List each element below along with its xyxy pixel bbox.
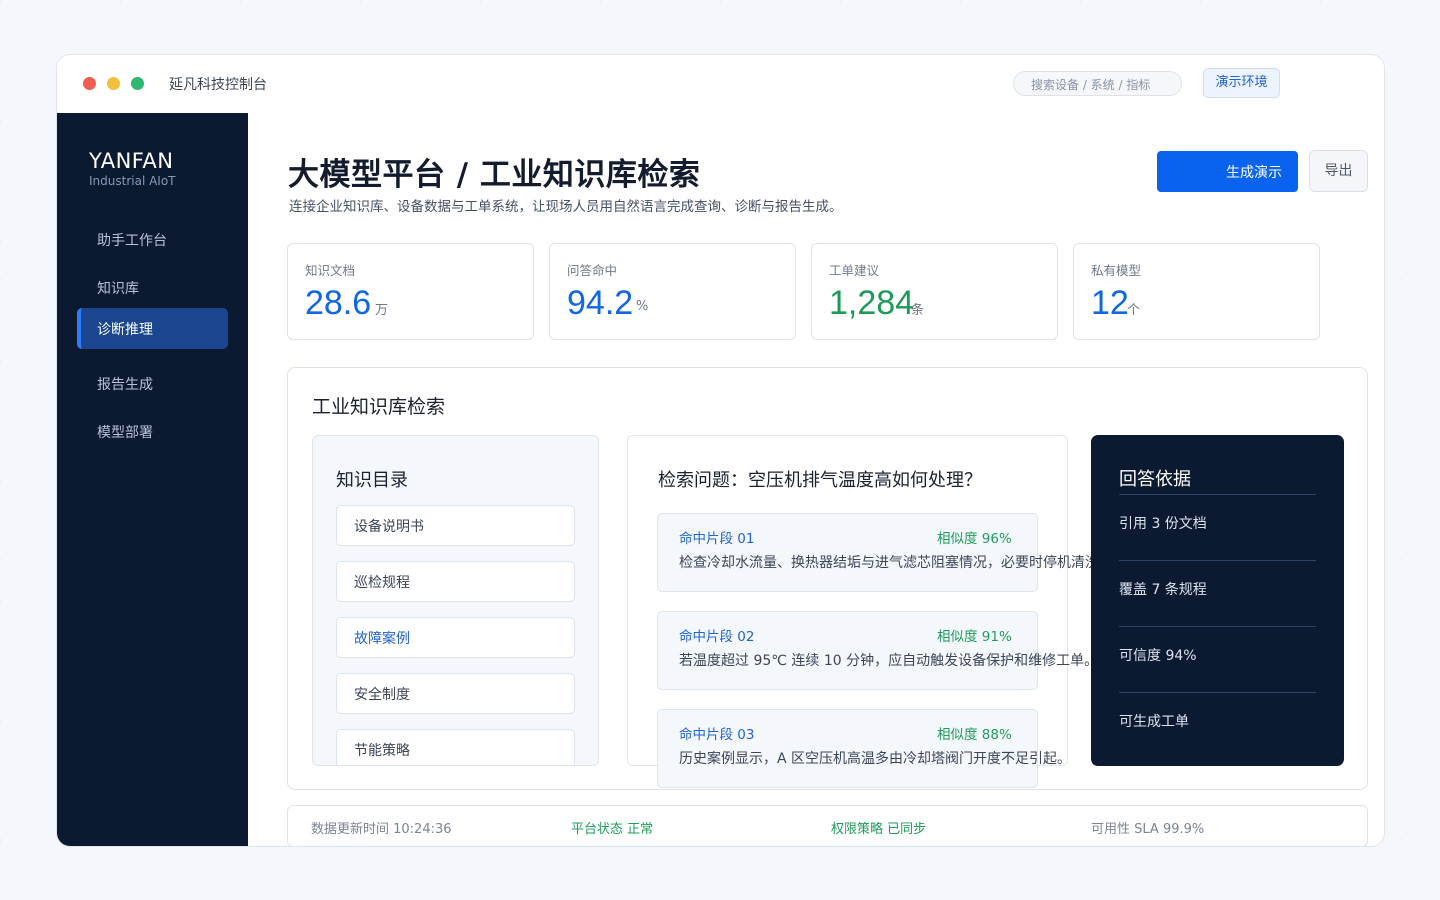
knowledge-catalog: 知识目录 设备说明书 巡检规程 故障案例 安全制度 节能策略 [312, 435, 599, 766]
evidence-item: 可生成工单 [1119, 714, 1189, 730]
maximize-window-icon[interactable] [131, 77, 144, 90]
sla-status: 可用性 SLA 99.9% [1091, 822, 1205, 837]
evidence-item: 引用 3 份文档 [1119, 516, 1207, 532]
stat-value: 12 [1091, 284, 1129, 322]
title-bar: 延凡科技控制台 搜索设备 / 系统 / 指标 演示环境 [57, 55, 1384, 113]
stat-card-private-models: 私有模型 12 个 [1073, 243, 1320, 340]
stat-label: 私有模型 [1091, 263, 1142, 278]
status-footer: 数据更新时间 10:24:36 平台状态 正常 权限策略 已同步 可用性 SLA… [287, 805, 1368, 846]
result-hit[interactable]: 命中片段 02 相似度 91% 若温度超过 95℃ 连续 10 分钟，应自动触发… [657, 611, 1098, 690]
stat-label: 知识文档 [305, 263, 356, 278]
generate-demo-button[interactable]: 生成演示 [1157, 151, 1298, 192]
catalog-item-safety[interactable]: 安全制度 [336, 673, 575, 714]
catalog-item-inspection[interactable]: 巡检规程 [336, 561, 575, 602]
stat-label: 工单建议 [829, 263, 880, 278]
hit-label: 命中片段 01 [679, 531, 755, 547]
platform-status: 平台状态 正常 [571, 822, 654, 837]
hit-score: 相似度 96% [937, 531, 1012, 547]
page-title: 大模型平台 / 工业知识库检索 [288, 157, 701, 193]
catalog-item-fault-cases[interactable]: 故障案例 [336, 617, 575, 658]
stat-unit: % [636, 299, 649, 314]
sidebar-item-diagnosis[interactable]: 诊断推理 [77, 308, 228, 349]
minimize-window-icon[interactable] [107, 77, 120, 90]
hit-text: 历史案例显示，A 区空压机高温多由冷却塔阀门开度不足引起。 [679, 751, 1072, 767]
policy-status: 权限策略 已同步 [831, 822, 927, 837]
sidebar: YANFAN Industrial AIoT 助手工作台 知识库 诊断推理 报告… [57, 113, 248, 846]
search-results: 检索问题：空压机排气温度高如何处理？ 命中片段 01 相似度 96% 检查冷却水… [627, 435, 1113, 788]
stat-unit: 条 [911, 303, 925, 318]
sidebar-item-reports[interactable]: 报告生成 [77, 363, 228, 404]
stat-value: 94.2 [567, 284, 634, 322]
divider [1119, 560, 1316, 561]
divider [1119, 626, 1316, 627]
hit-label: 命中片段 02 [679, 629, 755, 645]
stat-card-documents: 知识文档 28.6 万 [287, 243, 534, 340]
result-hit[interactable]: 命中片段 03 相似度 88% 历史案例显示，A 区空压机高温多由冷却塔阀门开度… [657, 709, 1071, 788]
app-window: 延凡科技控制台 搜索设备 / 系统 / 指标 演示环境 YANFAN Indus… [56, 54, 1385, 847]
divider [1119, 692, 1316, 693]
catalog-title: 知识目录 [336, 470, 408, 491]
main-content: 大模型平台 / 工业知识库检索 连接企业知识库、设备数据与工单系统，让现场人员用… [248, 113, 1384, 846]
sidebar-item-model-deploy[interactable]: 模型部署 [77, 411, 228, 452]
search-question: 检索问题：空压机排气温度高如何处理？ [658, 470, 982, 491]
hit-text: 若温度超过 95℃ 连续 10 分钟，应自动触发设备保护和维修工单。 [679, 653, 1099, 669]
page-subtitle: 连接企业知识库、设备数据与工单系统，让现场人员用自然语言完成查询、诊断与报告生成… [289, 199, 843, 215]
stat-label: 问答命中 [567, 263, 618, 278]
result-hit[interactable]: 命中片段 01 相似度 96% 检查冷却水流量、换热器结垢与进气滤芯阻塞情况，必… [657, 513, 1113, 592]
knowledge-search-panel: 工业知识库检索 知识目录 设备说明书 巡检规程 故障案例 安全制度 节能策略 检… [287, 367, 1368, 790]
catalog-item-manuals[interactable]: 设备说明书 [336, 505, 575, 546]
brand-subtitle: Industrial AIoT [89, 174, 176, 188]
hit-label: 命中片段 03 [679, 727, 755, 743]
stat-unit: 个 [1127, 303, 1141, 318]
answer-evidence: 回答依据 引用 3 份文档 覆盖 7 条规程 可信度 94% 可生成工单 [1091, 435, 1344, 766]
brand-logo: YANFAN [89, 149, 174, 173]
divider [1119, 494, 1316, 495]
stat-value: 1,284 [829, 284, 915, 322]
panel-title: 工业知识库检索 [312, 396, 446, 418]
app-title: 延凡科技控制台 [169, 77, 267, 93]
stat-card-qa-hit: 问答命中 94.2 % [549, 243, 796, 340]
stat-card-work-orders: 工单建议 1,284 条 [811, 243, 1058, 340]
catalog-item-energy[interactable]: 节能策略 [336, 729, 575, 765]
close-window-icon[interactable] [83, 77, 96, 90]
search-input[interactable]: 搜索设备 / 系统 / 指标 [1013, 71, 1182, 96]
export-button[interactable]: 导出 [1309, 150, 1368, 192]
stat-value: 28.6 [305, 284, 372, 322]
hit-text: 检查冷却水流量、换热器结垢与进气滤芯阻塞情况，必要时停机清洗。 [679, 555, 1113, 571]
sidebar-item-assistant[interactable]: 助手工作台 [77, 219, 228, 260]
hit-score: 相似度 91% [937, 629, 1012, 645]
evidence-item: 覆盖 7 条规程 [1119, 582, 1207, 598]
stat-unit: 万 [375, 303, 389, 318]
environment-badge[interactable]: 演示环境 [1203, 68, 1280, 98]
sidebar-item-knowledge-base[interactable]: 知识库 [77, 267, 228, 308]
evidence-item: 可信度 94% [1119, 648, 1197, 664]
evidence-title: 回答依据 [1119, 469, 1191, 490]
update-time: 数据更新时间 10:24:36 [311, 822, 452, 837]
hit-score: 相似度 88% [937, 727, 1012, 743]
